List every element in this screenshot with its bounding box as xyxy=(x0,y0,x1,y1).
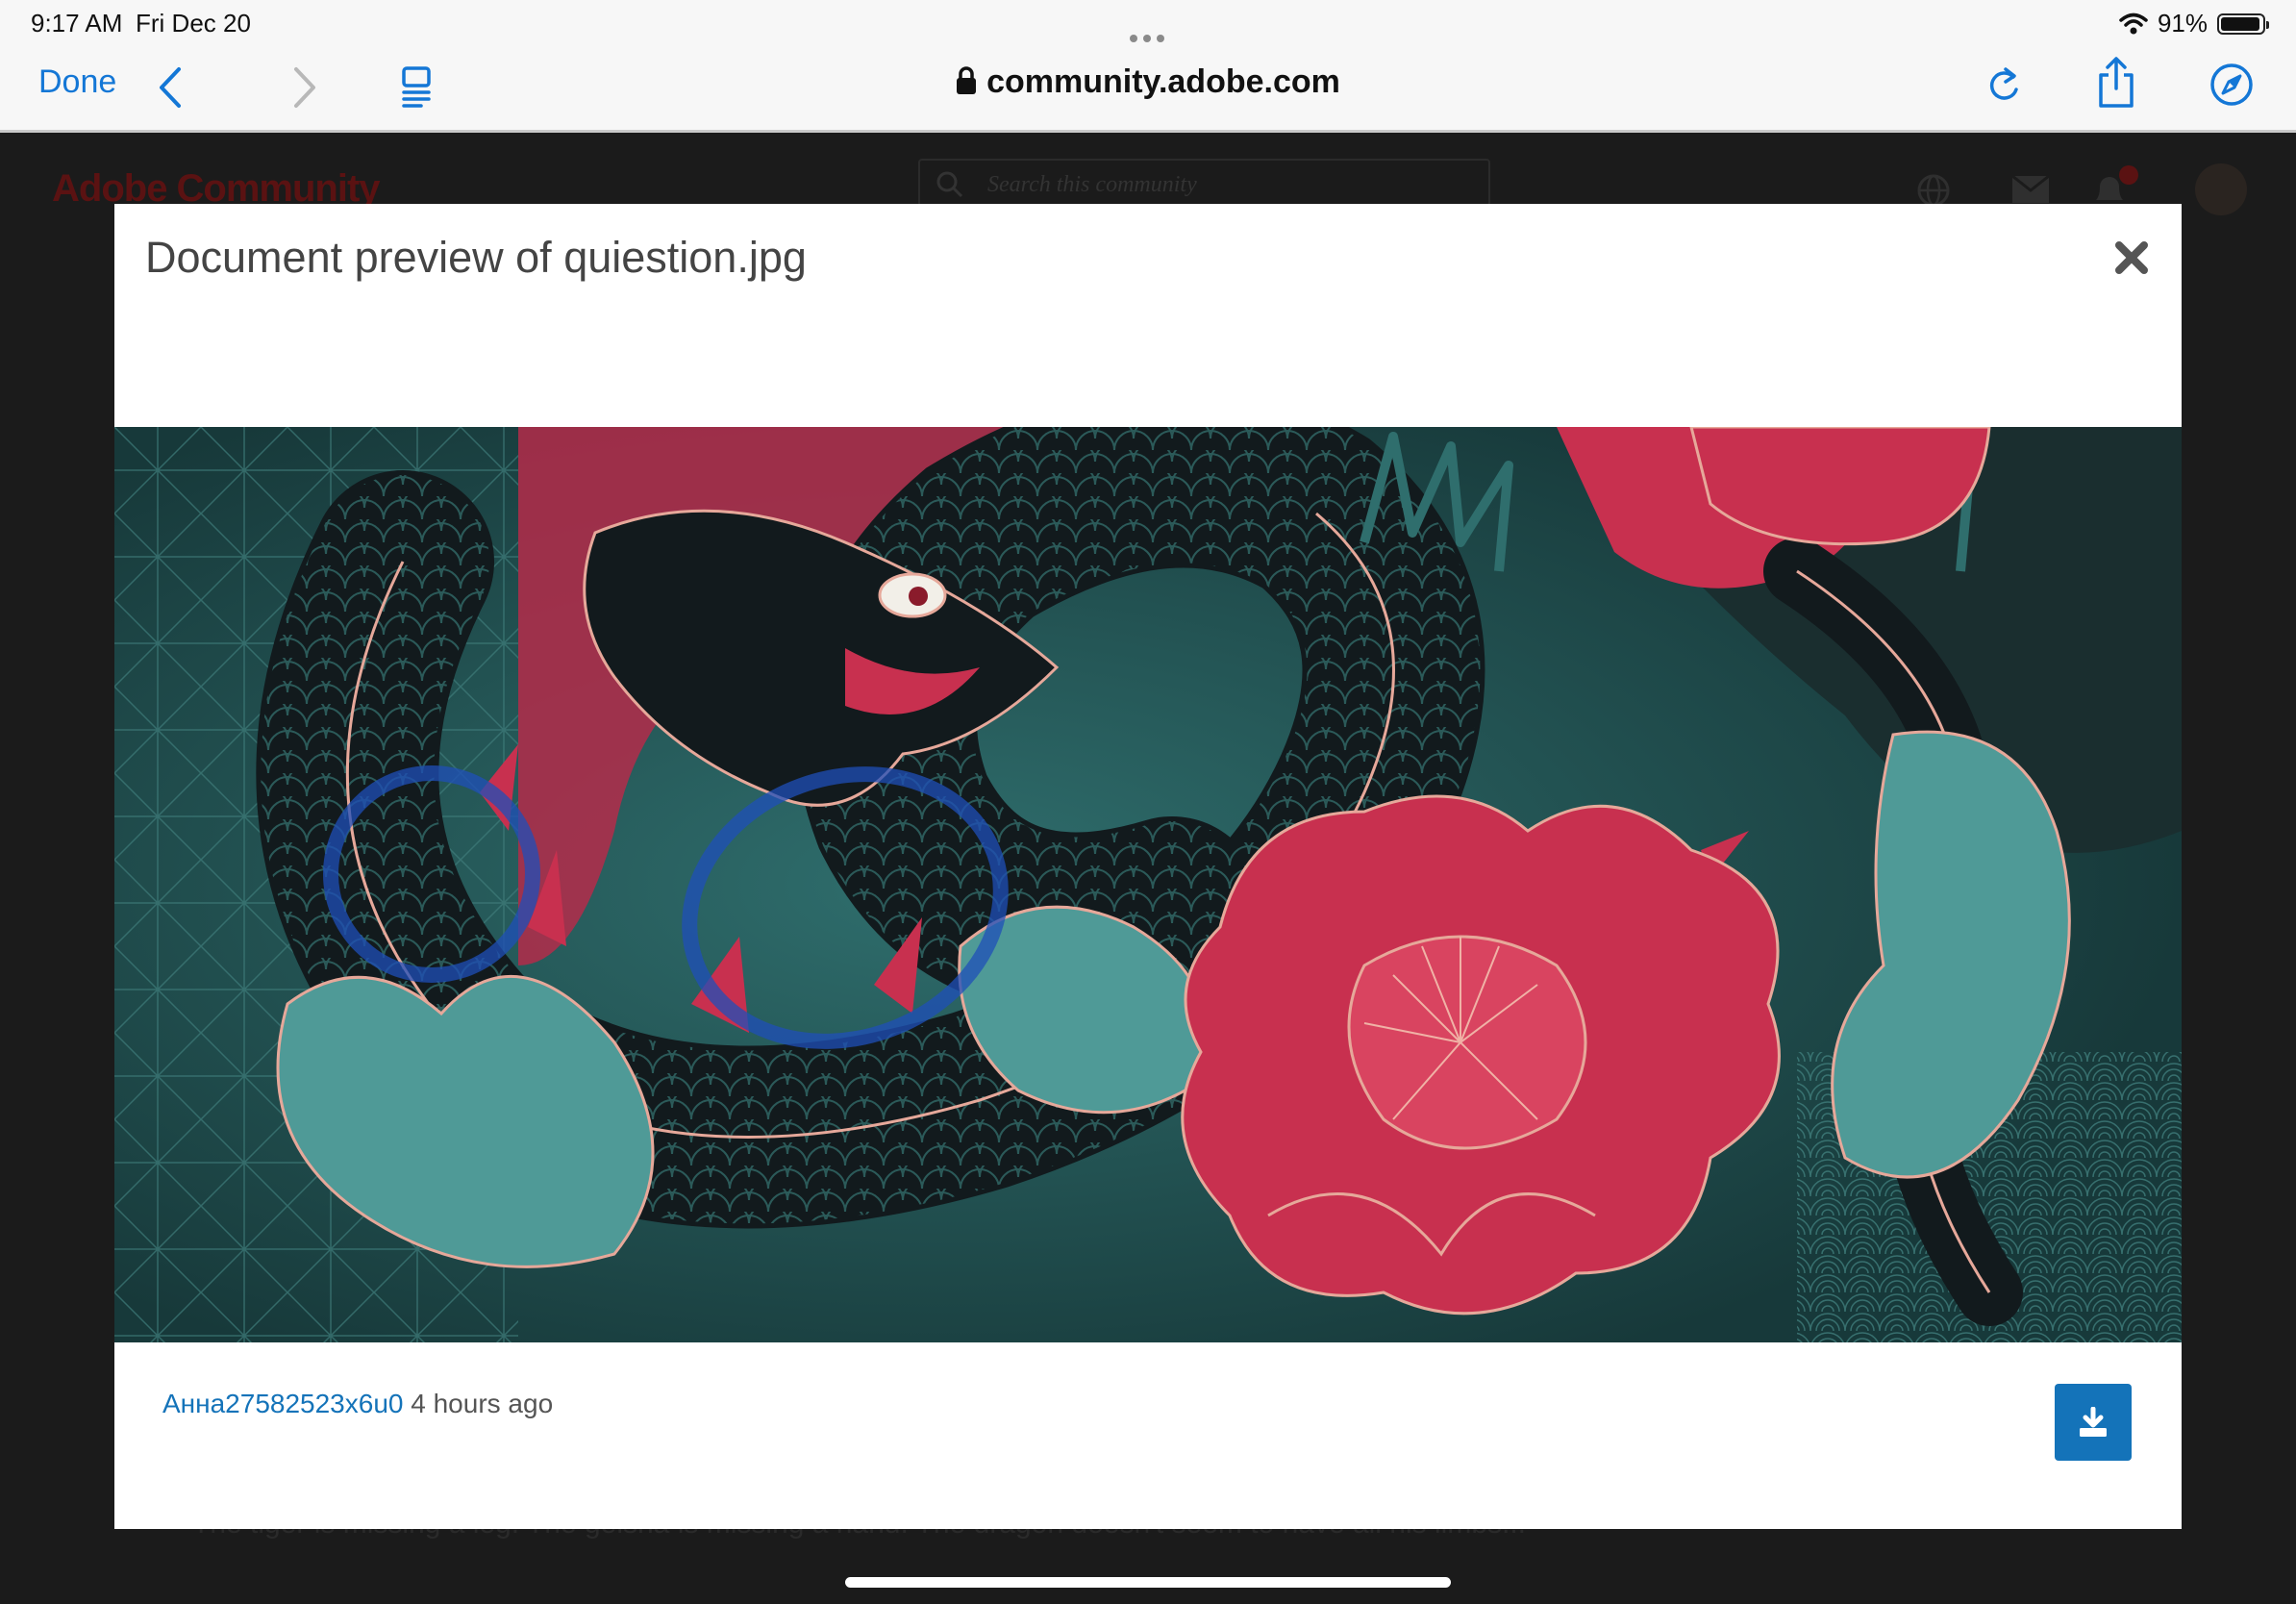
share-icon[interactable] xyxy=(2096,56,2136,110)
wifi-icon xyxy=(2119,13,2148,34)
mail-icon xyxy=(2011,175,2050,203)
upload-time: 4 hours ago xyxy=(411,1389,554,1418)
reload-icon[interactable] xyxy=(1984,63,2023,108)
status-indicators: 91% xyxy=(2119,9,2269,38)
battery-percent: 91% xyxy=(2157,9,2208,38)
status-time: 9:17 AM xyxy=(31,9,123,38)
uploader-link[interactable]: Анна27582523x6u0 xyxy=(162,1389,403,1418)
globe-icon xyxy=(1917,174,1950,207)
modal-title: Document preview of quiestion.jpg xyxy=(145,233,807,282)
status-date: Fri Dec 20 xyxy=(136,9,251,38)
uploader-info: Анна27582523x6u0 4 hours ago xyxy=(162,1389,553,1419)
community-search: Search this community xyxy=(918,159,1490,207)
document-preview-modal: Document preview of quiestion.jpg Анна27… xyxy=(114,204,2182,1529)
address-bar[interactable]: community.adobe.com xyxy=(0,63,2296,101)
search-icon xyxy=(936,171,963,198)
image-preview xyxy=(114,427,2182,1342)
browser-toolbar: Done community.adobe.com xyxy=(0,44,2296,133)
search-placeholder: Search this community xyxy=(987,172,1197,197)
close-icon[interactable] xyxy=(2112,238,2151,277)
address-text: community.adobe.com xyxy=(986,63,1340,100)
download-icon xyxy=(2080,1407,2107,1437)
dragon-peony-illustration xyxy=(114,427,2182,1342)
home-indicator xyxy=(845,1577,1451,1588)
notifications-icon xyxy=(2096,165,2138,200)
avatar xyxy=(2195,163,2247,215)
battery-icon xyxy=(2217,13,2269,35)
lock-icon xyxy=(957,66,977,94)
status-bar: 9:17 AM Fri Dec 20 91% xyxy=(0,0,2296,44)
compass-icon[interactable] xyxy=(2209,62,2255,108)
download-button[interactable] xyxy=(2055,1384,2132,1461)
